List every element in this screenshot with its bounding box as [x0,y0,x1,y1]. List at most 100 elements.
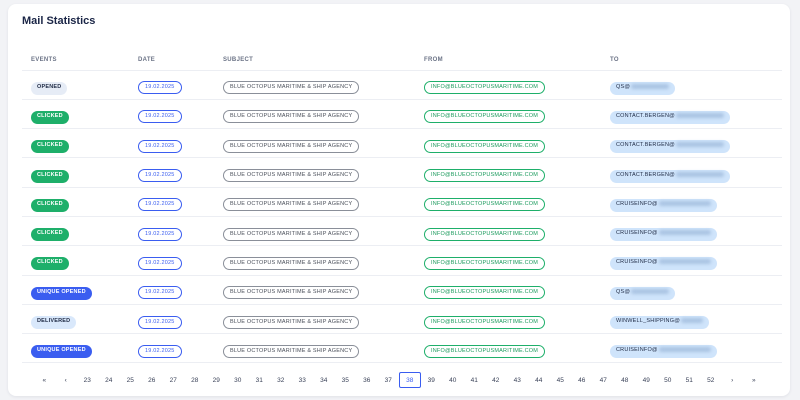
to-badge: QS@ [610,286,676,300]
table-row[interactable]: UNIQUE OPENED 19.02.2025 BLUE OCTOPUS MARI… [22,275,782,305]
page-button[interactable]: 24 [98,372,120,388]
mail-stats-table: EVENTS DATE SUBJECT FROM TO OPENED 19.02.… [22,50,782,364]
date-badge: 19.02.2025 [138,110,182,124]
page-button[interactable]: 52 [700,372,722,388]
page-button[interactable]: 35 [335,372,357,388]
from-badge: INFO@BLUEOCTOPUSMARITIME.COM [424,198,546,212]
page-button[interactable]: 39 [421,372,443,388]
to-badge: QS@ [610,81,676,95]
event-badge: OPENED [31,81,68,95]
from-cell: INFO@BLUEOCTOPUSMARITIME.COM [415,216,601,247]
table-row[interactable]: CLICKED 19.02.2025 BLUE OCTOPUS MARITIME &… [22,216,782,247]
redacted-address [675,142,724,148]
to-address-prefix: CRUISEINFO@ [616,230,658,237]
table-row[interactable]: CLICKED 19.02.2025 BLUE OCTOPUS MARITIME &… [22,157,782,188]
to-badge: CRUISEINFO@ [610,257,717,271]
page-button[interactable]: 37 [378,372,400,388]
next-page-button[interactable]: › [722,372,744,388]
subject-cell: BLUE OCTOPUS MARITIME & SHIP AGENCY [214,304,415,335]
page-button[interactable]: 43 [507,372,529,388]
subject-badge: BLUE OCTOPUS MARITIME & SHIP AGENCY [223,198,360,212]
page-button[interactable]: 50 [657,372,679,388]
subject-badge: BLUE OCTOPUS MARITIME & SHIP AGENCY [223,256,360,270]
page-button[interactable]: 26 [141,372,163,388]
page-button[interactable]: 27 [163,372,185,388]
event-badge: CLICKED [31,228,69,242]
column-header-subject: SUBJECT [214,50,415,71]
table-row[interactable]: CLICKED 19.02.2025 BLUE OCTOPUS MARITIME &… [22,128,782,159]
page-button[interactable]: 51 [679,372,701,388]
to-badge: CRUISEINFO@ [610,345,717,359]
subject-badge: BLUE OCTOPUS MARITIME & SHIP AGENCY [223,286,360,300]
page-button[interactable]: 29 [206,372,228,388]
table-row[interactable]: CLICKED 19.02.2025 BLUE OCTOPUS MARITIME &… [22,99,782,130]
to-badge: CONTACT.BERGEN@ [610,140,730,154]
page-button[interactable]: 48 [614,372,636,388]
from-cell: INFO@BLUEOCTOPUSMARITIME.COM [415,70,601,100]
page-button[interactable]: 41 [464,372,486,388]
date-badge: 19.02.2025 [138,169,182,183]
event-cell: CLICKED [22,128,129,159]
date-cell: 19.02.2025 [129,245,214,276]
date-badge: 19.02.2025 [138,139,182,153]
page-button[interactable]: 33 [292,372,314,388]
redacted-address [631,83,670,89]
event-cell: CLICKED [22,245,129,276]
page-button[interactable]: 30 [227,372,249,388]
subject-badge: BLUE OCTOPUS MARITIME & SHIP AGENCY [223,81,360,95]
event-cell: CLICKED [22,157,129,188]
event-cell: CLICKED [22,187,129,217]
to-address-prefix: CONTACT.BERGEN@ [616,171,675,178]
page-button[interactable]: 47 [593,372,615,388]
page-button[interactable]: 28 [184,372,206,388]
event-cell: OPENED [22,70,129,100]
subject-cell: BLUE OCTOPUS MARITIME & SHIP AGENCY [214,245,415,276]
subject-cell: BLUE OCTOPUS MARITIME & SHIP AGENCY [214,216,415,247]
page-button[interactable]: 34 [313,372,335,388]
page-title: Mail Statistics [22,15,96,27]
date-badge: 19.02.2025 [138,81,182,95]
to-cell: CONTACT.BERGEN@ [601,157,782,188]
date-cell: 19.02.2025 [129,99,214,130]
date-badge: 19.02.2025 [138,315,182,329]
page-button[interactable]: 32 [270,372,292,388]
to-cell: QS@ [601,70,782,100]
page-button[interactable]: 44 [528,372,550,388]
table-row[interactable]: DELIVERED 19.02.2025 BLUE OCTOPUS MARITIME… [22,304,782,335]
to-cell: CRUISEINFO@ [601,187,782,217]
prev-page-button[interactable]: ‹ [55,372,77,388]
subject-badge: BLUE OCTOPUS MARITIME & SHIP AGENCY [223,139,360,153]
page-button[interactable]: 45 [550,372,572,388]
to-address-prefix: CRUISEINFO@ [616,259,658,266]
from-badge: INFO@BLUEOCTOPUSMARITIME.COM [424,256,546,270]
to-address-prefix: CONTACT.BERGEN@ [616,142,675,149]
subject-cell: BLUE OCTOPUS MARITIME & SHIP AGENCY [214,275,415,305]
page-button[interactable]: 31 [249,372,271,388]
page-button[interactable]: 46 [571,372,593,388]
column-header-to: TO [601,50,782,71]
first-page-button[interactable]: « [34,372,56,388]
page-button[interactable]: 36 [356,372,378,388]
to-address-prefix: QS@ [616,83,631,90]
subject-badge: BLUE OCTOPUS MARITIME & SHIP AGENCY [223,169,360,183]
from-badge: INFO@BLUEOCTOPUSMARITIME.COM [424,227,546,241]
to-cell: CONTACT.BERGEN@ [601,99,782,130]
page-button[interactable]: 25 [120,372,142,388]
table-row[interactable]: UNIQUE OPENED 19.02.2025 BLUE OCTOPUS MARI… [22,333,782,364]
page-button[interactable]: 23 [77,372,99,388]
page-button[interactable]: 38 [399,372,421,388]
page-button[interactable]: 42 [485,372,507,388]
event-badge: CLICKED [31,169,69,183]
to-cell: CRUISEINFO@ [601,333,782,364]
table-row[interactable]: OPENED 19.02.2025 BLUE OCTOPUS MARITIME & … [22,70,782,100]
subject-badge: BLUE OCTOPUS MARITIME & SHIP AGENCY [223,344,360,358]
table-row[interactable]: CLICKED 19.02.2025 BLUE OCTOPUS MARITIME &… [22,245,782,276]
from-cell: INFO@BLUEOCTOPUSMARITIME.COM [415,99,601,130]
last-page-button[interactable]: » [743,372,765,388]
table-row[interactable]: CLICKED 19.02.2025 BLUE OCTOPUS MARITIME &… [22,187,782,217]
date-badge: 19.02.2025 [138,227,182,241]
event-badge: CLICKED [31,140,69,154]
page-button[interactable]: 40 [442,372,464,388]
to-badge: CRUISEINFO@ [610,198,717,212]
page-button[interactable]: 49 [636,372,658,388]
